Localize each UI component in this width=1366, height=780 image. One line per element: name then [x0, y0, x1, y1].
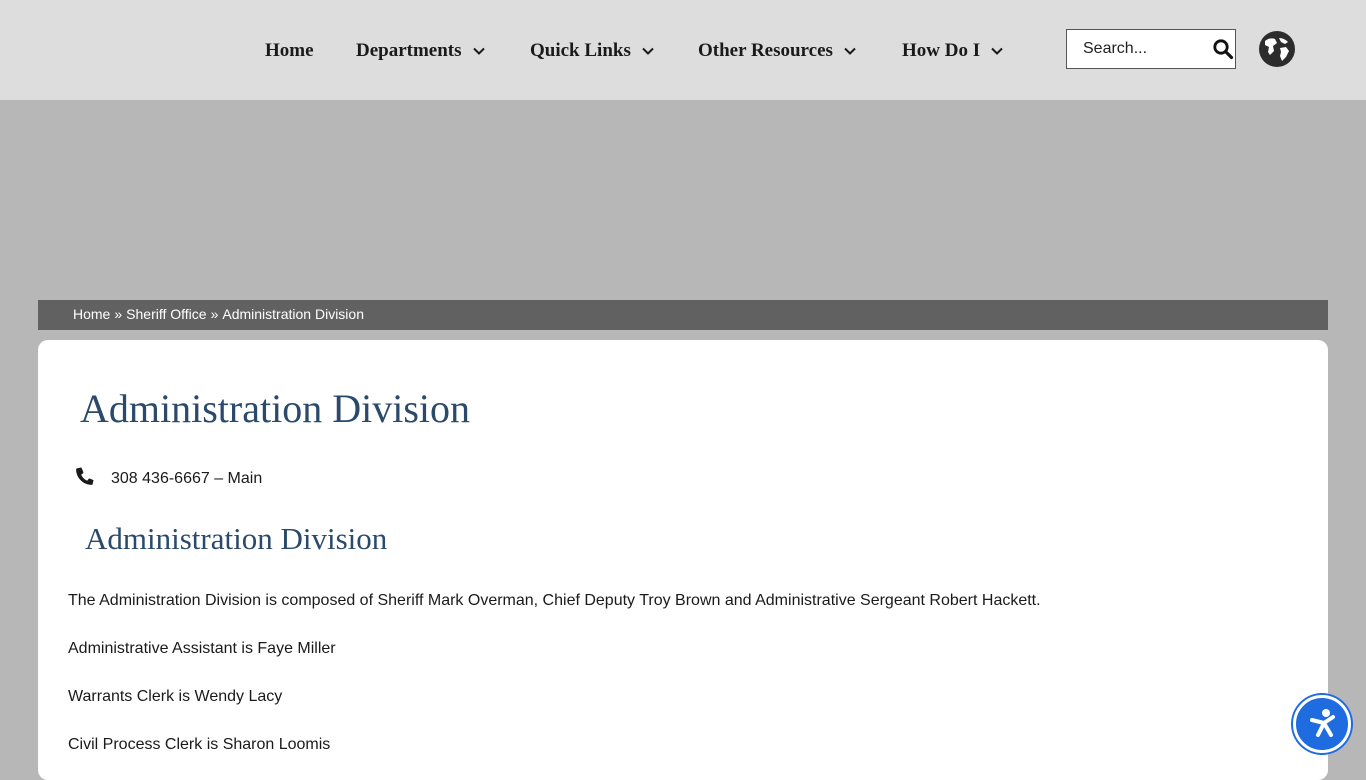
nav-how-do-i-label: How Do I — [902, 40, 981, 61]
breadcrumb-home-link[interactable]: Home — [73, 306, 110, 322]
nav-quick-links[interactable]: Quick Links — [530, 38, 655, 64]
phone-number: 308 436-6667 – Main — [111, 470, 263, 487]
nav-home-label: Home — [265, 40, 314, 61]
chevron-down-icon — [642, 47, 654, 55]
breadcrumb: Home» Sheriff Office» Administration Divis… — [38, 300, 1328, 330]
accessibility-icon — [1310, 709, 1335, 737]
search-input[interactable] — [1067, 30, 1207, 68]
section-title: Administration Division — [85, 521, 388, 556]
nav-departments-label: Departments — [356, 40, 462, 61]
nav-home[interactable]: Home — [265, 38, 314, 64]
globe-icon[interactable] — [1258, 30, 1296, 68]
chevron-down-icon — [991, 47, 1003, 55]
site-header: Home Departments Quick Links Other Resou… — [0, 0, 1366, 100]
search-icon[interactable] — [1212, 38, 1234, 60]
nav-how-do-i[interactable]: How Do I — [902, 38, 1004, 64]
paragraph: Civil Process Clerk is Sharon Loomis — [68, 736, 331, 753]
nav-other-resources[interactable]: Other Resources — [698, 38, 857, 64]
nav-quick-links-label: Quick Links — [530, 40, 631, 61]
chevron-down-icon — [472, 47, 485, 55]
breadcrumb-sheriff-office-link[interactable]: Sheriff Office — [126, 306, 206, 322]
nav-departments[interactable]: Departments — [356, 38, 486, 64]
search-box — [1066, 29, 1236, 69]
breadcrumb-current: Administration Division — [222, 306, 364, 322]
breadcrumb-separator: » — [114, 306, 123, 322]
accessibility-button[interactable] — [1293, 695, 1351, 753]
phone-icon — [76, 467, 94, 485]
breadcrumb-separator: » — [210, 306, 219, 322]
chevron-down-icon — [844, 47, 856, 55]
paragraph: The Administration Division is composed … — [68, 592, 1041, 609]
nav-other-resources-label: Other Resources — [698, 40, 833, 61]
paragraph: Administrative Assistant is Faye Miller — [68, 640, 336, 657]
page-title: Administration Division — [80, 386, 470, 431]
paragraph: Warrants Clerk is Wendy Lacy — [68, 688, 283, 705]
